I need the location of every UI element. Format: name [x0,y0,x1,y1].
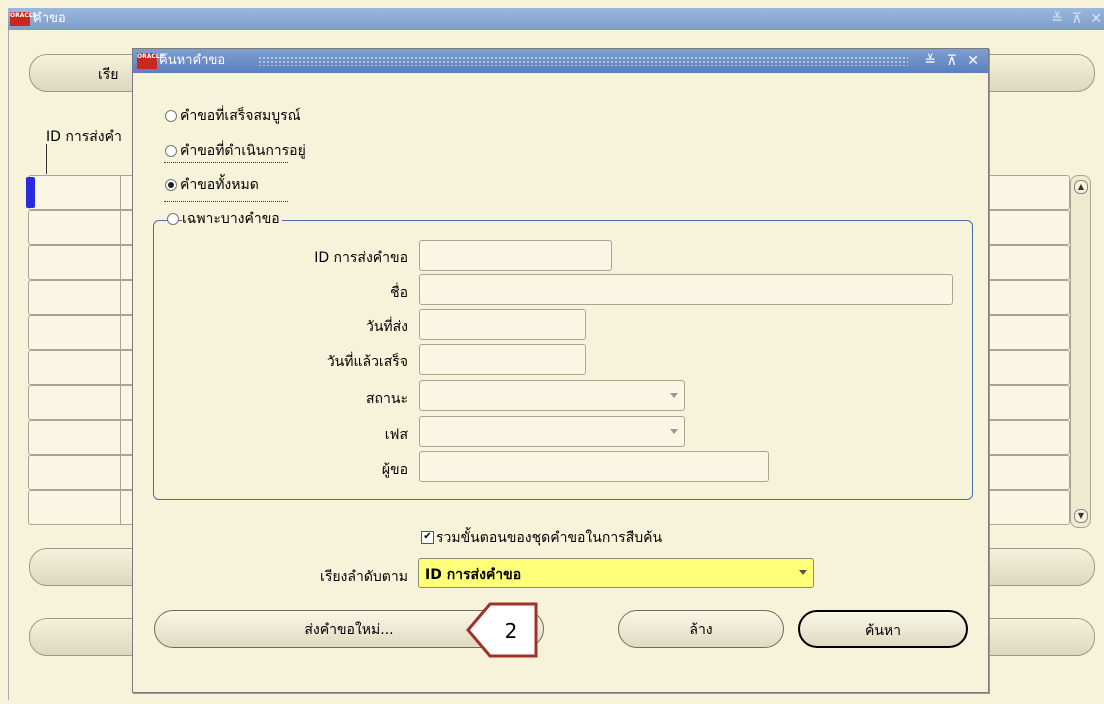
column-divider [120,175,121,525]
requester-label: ผู้ขอ [381,462,408,478]
chevron-down-icon[interactable] [670,429,678,434]
scroll-up-icon[interactable]: ▲ [1074,180,1088,194]
complete-date-label: วันที่แล้วเสร็จ [326,354,408,370]
radio-specific[interactable] [167,213,179,225]
sort-by-value: ID การส่งคำขอ [425,567,522,583]
phase-select[interactable] [419,416,685,447]
include-stages-checkbox[interactable]: ✔ [421,531,434,544]
main-window-title: คำขอ [33,11,66,26]
column-divider [46,144,47,174]
include-stages-label[interactable]: รวมขั้นตอนของชุดคำขอในการสืบค้น [436,527,662,549]
clear-button[interactable]: ล้าง [618,610,784,648]
focus-indicator [164,201,288,202]
oracle-logo-icon: ORACLE [10,12,37,26]
submit-date-input[interactable] [419,309,586,340]
titlebar-pattern [258,56,908,66]
chevron-down-icon[interactable] [799,570,807,575]
row-selection-marker [26,177,35,208]
main-window-titlebar: ORACLE คำขอ ≚ ⊼ ✕ [8,8,1104,30]
main-window-controls[interactable]: ≚ ⊼ ✕ [1051,8,1104,30]
sort-pill-label: เรีย [98,67,119,83]
callout-number: 2 [504,619,518,643]
scroll-down-icon[interactable]: ▼ [1074,509,1088,523]
radio-in-progress[interactable] [165,145,177,157]
chevron-down-icon[interactable] [670,393,678,398]
complete-date-input[interactable] [419,344,586,375]
radio-all[interactable] [165,179,177,191]
oracle-logo-icon: ORACLE [137,53,164,69]
request-id-label: ID การส่งคำขอ [314,250,408,266]
status-label: สถานะ [366,391,408,407]
radio-all-label[interactable]: คำขอทั้งหมด [180,174,259,196]
dialog-title: ค้นหาคำขอ [159,53,226,68]
column-header-request-id: ID การส่งคำ [46,129,122,145]
search-button[interactable]: ค้นหา [798,610,968,648]
focus-indicator [164,162,288,163]
radio-specific-label[interactable]: เฉพาะบางคำขอ [182,208,282,230]
requester-input[interactable] [419,451,769,482]
name-input[interactable] [419,274,953,305]
radio-completed-label[interactable]: คำขอที่เสร็จสมบูรณ์ [180,105,301,127]
name-label: ชื่อ [390,285,408,301]
radio-in-progress-label[interactable]: คำขอที่ดำเนินการอยู่ [180,140,306,162]
dialog-titlebar: ORACLE ค้นหาคำขอ ≚ ⊼ ✕ [133,49,988,73]
sort-by-label: เรียงลำดับตาม [320,569,408,585]
request-id-input[interactable] [419,240,612,271]
phase-label: เฟส [384,427,408,443]
dialog-window-controls[interactable]: ≚ ⊼ ✕ [924,49,982,73]
submit-date-label: วันที่ส่ง [365,319,408,335]
table-scrollbar[interactable]: ▲ ▼ [1070,175,1091,528]
sort-by-select[interactable]: ID การส่งคำขอ [418,558,814,588]
status-select[interactable] [419,380,685,411]
radio-completed[interactable] [165,110,177,122]
